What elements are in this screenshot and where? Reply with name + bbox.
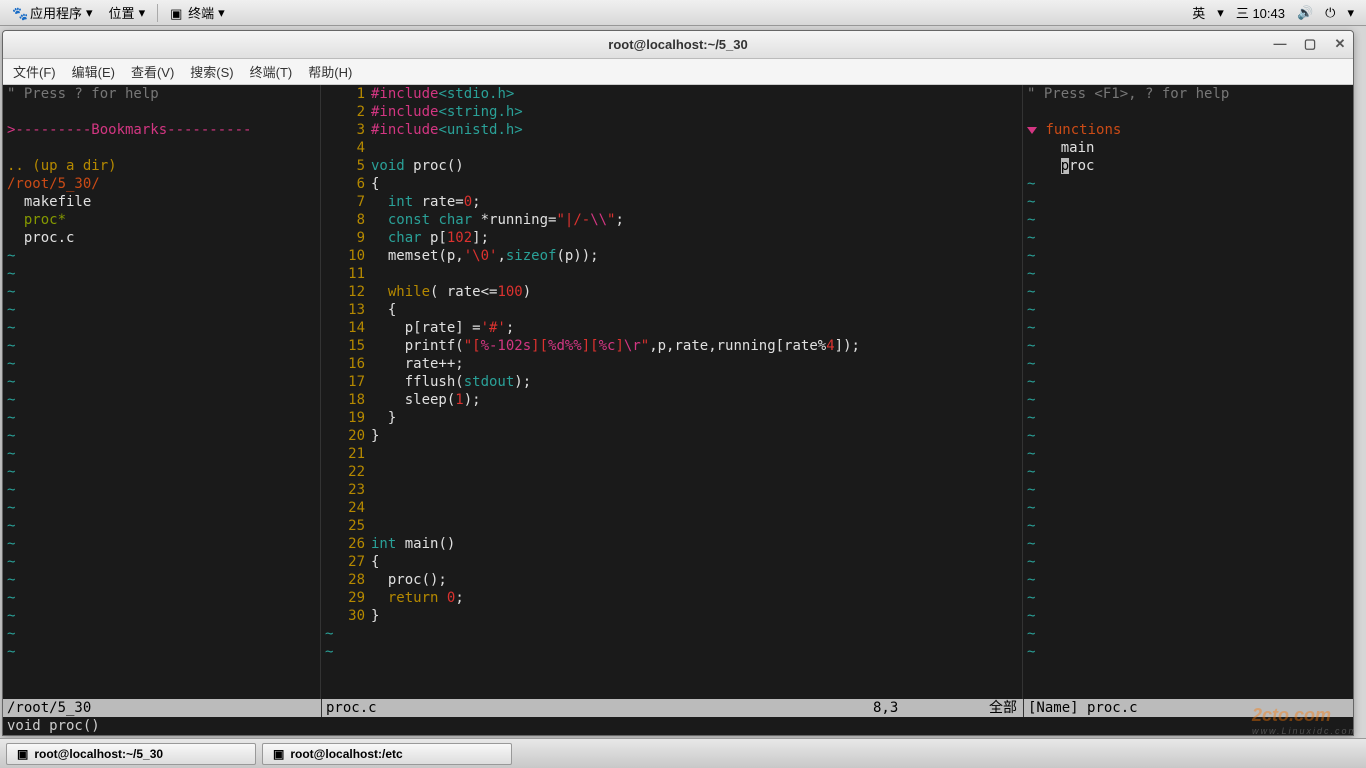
- gnome-foot-icon: 🐾: [12, 6, 26, 20]
- terminal-window: root@localhost:~/5_30 — ▢ ✕ 文件(F) 编辑(E) …: [2, 30, 1354, 736]
- chevron-down-icon: ▾: [139, 5, 146, 21]
- code-line[interactable]: 5void proc(): [321, 157, 1022, 175]
- applications-label: 应用程序: [30, 3, 82, 22]
- input-method[interactable]: 英: [1192, 3, 1205, 22]
- titlebar[interactable]: root@localhost:~/5_30 — ▢ ✕: [3, 31, 1353, 59]
- vim-statusline: /root/5_30 proc.c 8,3 全部 [Name] proc.c: [3, 699, 1353, 717]
- nerdtree-root[interactable]: /root/5_30/: [3, 175, 320, 193]
- triangle-down-icon: [1027, 127, 1037, 134]
- code-line[interactable]: 22: [321, 463, 1022, 481]
- nerdtree-file[interactable]: proc.c: [3, 229, 320, 247]
- code-line[interactable]: 7 int rate=0;: [321, 193, 1022, 211]
- nerdtree-help: " Press ? for help: [3, 85, 320, 103]
- status-percent: 全部: [953, 699, 1023, 717]
- chevron-down-icon: ▾: [1347, 5, 1354, 21]
- status-right: [Name] proc.c: [1023, 699, 1353, 717]
- applications-menu[interactable]: 🐾 应用程序 ▾: [4, 3, 101, 22]
- menu-terminal[interactable]: 终端(T): [250, 62, 293, 81]
- terminal-content[interactable]: " Press ? for help >---------Bookmarks--…: [3, 85, 1353, 735]
- code-line[interactable]: 8 const char *running="|/-\\";: [321, 211, 1022, 229]
- code-line[interactable]: 4: [321, 139, 1022, 157]
- nerdtree-file[interactable]: proc*: [3, 211, 320, 229]
- chevron-down-icon: ▾: [218, 5, 225, 21]
- tagbar-section[interactable]: functions: [1023, 121, 1353, 139]
- terminal-icon: ▣: [170, 6, 184, 20]
- tagbar-help: " Press <F1>, ? for help: [1023, 85, 1353, 103]
- code-line[interactable]: 24: [321, 499, 1022, 517]
- code-line[interactable]: 21: [321, 445, 1022, 463]
- code-pane[interactable]: 1#include<stdio.h> 2#include<string.h> 3…: [321, 85, 1023, 699]
- task-label: root@localhost:/etc: [290, 747, 402, 761]
- power-icon[interactable]: ⏻: [1325, 5, 1335, 21]
- code-line[interactable]: 2#include<string.h>: [321, 103, 1022, 121]
- code-line[interactable]: 11: [321, 265, 1022, 283]
- tagbar-tag[interactable]: proc: [1023, 157, 1353, 175]
- task-label: root@localhost:~/5_30: [34, 747, 163, 761]
- terminal-label: 终端: [188, 3, 214, 22]
- code-line[interactable]: 12 while( rate<=100): [321, 283, 1022, 301]
- taskbar: ▣ root@localhost:~/5_30 ▣ root@localhost…: [0, 738, 1366, 768]
- places-menu[interactable]: 位置 ▾: [101, 3, 154, 22]
- menubar: 文件(F) 编辑(E) 查看(V) 搜索(S) 终端(T) 帮助(H): [3, 59, 1353, 85]
- clock[interactable]: 三 10:43: [1236, 3, 1285, 22]
- close-button[interactable]: ✕: [1333, 38, 1347, 52]
- code-line[interactable]: 6{: [321, 175, 1022, 193]
- code-line[interactable]: 15 printf("[%-102s][%d%%][%c]\r",p,rate,…: [321, 337, 1022, 355]
- nerdtree-updir[interactable]: .. (up a dir): [3, 157, 320, 175]
- code-line[interactable]: 23: [321, 481, 1022, 499]
- menu-file[interactable]: 文件(F): [13, 62, 56, 81]
- nerdtree-pane[interactable]: " Press ? for help >---------Bookmarks--…: [3, 85, 321, 699]
- volume-icon[interactable]: 🔊: [1297, 5, 1313, 21]
- code-line[interactable]: 1#include<stdio.h>: [321, 85, 1022, 103]
- system-tray: 英 ▾ 三 10:43 🔊 ⏻ ▾: [1192, 3, 1362, 22]
- panel-separator: [157, 4, 158, 22]
- status-mid: proc.c: [321, 699, 873, 717]
- menu-view[interactable]: 查看(V): [131, 62, 174, 81]
- places-label: 位置: [109, 3, 135, 22]
- taskbar-button[interactable]: ▣ root@localhost:~/5_30: [6, 743, 256, 765]
- code-line[interactable]: 16 rate++;: [321, 355, 1022, 373]
- code-line[interactable]: 30}: [321, 607, 1022, 625]
- tagbar-tag[interactable]: main: [1023, 139, 1353, 157]
- chevron-down-icon: ▾: [1217, 5, 1224, 21]
- code-line[interactable]: 27{: [321, 553, 1022, 571]
- nerdtree-file[interactable]: makefile: [3, 193, 320, 211]
- code-line[interactable]: 28 proc();: [321, 571, 1022, 589]
- bookmarks-header: >---------Bookmarks----------: [3, 121, 320, 139]
- code-line[interactable]: 18 sleep(1);: [321, 391, 1022, 409]
- code-line[interactable]: 10 memset(p,'\0',sizeof(p));: [321, 247, 1022, 265]
- status-left: /root/5_30: [3, 699, 321, 717]
- terminal-icon: ▣: [273, 747, 284, 761]
- tagbar-pane[interactable]: " Press <F1>, ? for help functions main …: [1023, 85, 1353, 699]
- code-line[interactable]: 13 {: [321, 301, 1022, 319]
- menu-edit[interactable]: 编辑(E): [72, 62, 115, 81]
- terminal-launcher[interactable]: ▣ 终端 ▾: [162, 3, 233, 22]
- vim-cmdline[interactable]: void proc(): [3, 717, 1353, 735]
- window-title: root@localhost:~/5_30: [608, 37, 747, 52]
- menu-help[interactable]: 帮助(H): [308, 62, 352, 81]
- code-line[interactable]: 20}: [321, 427, 1022, 445]
- code-line[interactable]: 19 }: [321, 409, 1022, 427]
- code-line[interactable]: 17 fflush(stdout);: [321, 373, 1022, 391]
- code-line[interactable]: 26int main(): [321, 535, 1022, 553]
- code-line[interactable]: 9 char p[102];: [321, 229, 1022, 247]
- code-line[interactable]: 14 p[rate] ='#';: [321, 319, 1022, 337]
- code-line[interactable]: 29 return 0;: [321, 589, 1022, 607]
- status-pos: 8,3: [873, 699, 953, 717]
- minimize-button[interactable]: —: [1273, 38, 1287, 52]
- maximize-button[interactable]: ▢: [1303, 38, 1317, 52]
- taskbar-button[interactable]: ▣ root@localhost:/etc: [262, 743, 512, 765]
- gnome-panel: 🐾 应用程序 ▾ 位置 ▾ ▣ 终端 ▾ 英 ▾ 三 10:43 🔊 ⏻ ▾: [0, 0, 1366, 26]
- code-line[interactable]: 25: [321, 517, 1022, 535]
- code-line[interactable]: 3#include<unistd.h>: [321, 121, 1022, 139]
- chevron-down-icon: ▾: [86, 5, 93, 21]
- terminal-icon: ▣: [17, 747, 28, 761]
- menu-search[interactable]: 搜索(S): [190, 62, 233, 81]
